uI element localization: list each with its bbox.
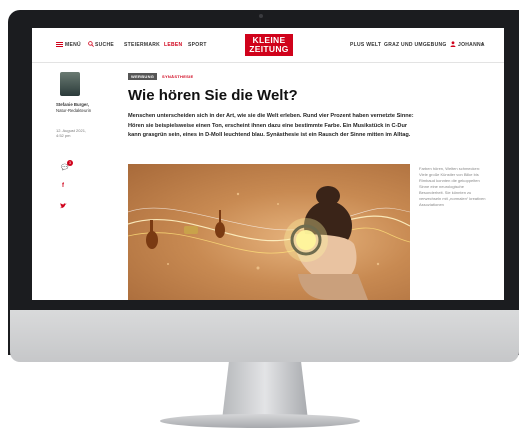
monitor-stand-base [160, 414, 360, 428]
publish-date-time: 4:52 pm [56, 133, 71, 138]
article-headline: Wie hören Sie die Welt? [128, 87, 298, 104]
tag-synaesthesie[interactable]: SYNÄSTHESIE [162, 74, 194, 79]
publish-date: 12. August 2021, 4:52 pm [56, 128, 92, 138]
menu-button[interactable]: MENÜ [65, 42, 81, 48]
author-avatar [60, 72, 80, 96]
nav-item-steiermark[interactable]: STEIERMARK [124, 42, 160, 48]
browser-screen: MENÜ SUCHE STEIERMARK LEBEN SPORT KLEINE… [32, 28, 504, 300]
webcam [259, 14, 263, 18]
synesthesia-illustration [128, 186, 410, 300]
tag-werbung[interactable]: WERBUNG [128, 73, 158, 80]
search-icon[interactable] [88, 41, 94, 47]
logo-line2: ZEITUNG [249, 44, 289, 54]
chevron-down-icon[interactable]: ▾ [481, 42, 484, 48]
article-lead: Menschen unterscheiden sich in der Art, … [128, 113, 414, 139]
nav-item-sport[interactable]: SPORT [188, 42, 207, 48]
hamburger-icon[interactable] [56, 42, 63, 47]
image-caption: Farben hören, Welten schmecken: Viele gr… [419, 166, 486, 207]
monitor-stand [222, 362, 308, 420]
search-button[interactable]: SUCHE [95, 42, 114, 48]
twitter-icon[interactable] [60, 203, 67, 209]
facebook-icon[interactable]: f [62, 183, 64, 189]
article-hero-image [128, 164, 410, 300]
monitor-chin [10, 310, 519, 362]
kleine-zeitung-logo[interactable]: KLEINE ZEITUNG [245, 34, 293, 56]
nav-item-leben[interactable]: LEBEN [164, 42, 182, 48]
comment-count-badge: 3 [67, 160, 73, 166]
author-name: Stefanie Burger, [56, 102, 89, 107]
plus-welt-link[interactable]: PLUS WELT [350, 42, 381, 48]
user-icon[interactable] [450, 41, 456, 47]
site-header: MENÜ SUCHE STEIERMARK LEBEN SPORT KLEINE… [32, 28, 504, 63]
region-link[interactable]: GRAZ UND UMGEBUNG [384, 42, 447, 48]
author-role: Natur-Redakteurin [56, 108, 92, 113]
author-info: Stefanie Burger, Natur-Redakteurin [56, 102, 92, 114]
